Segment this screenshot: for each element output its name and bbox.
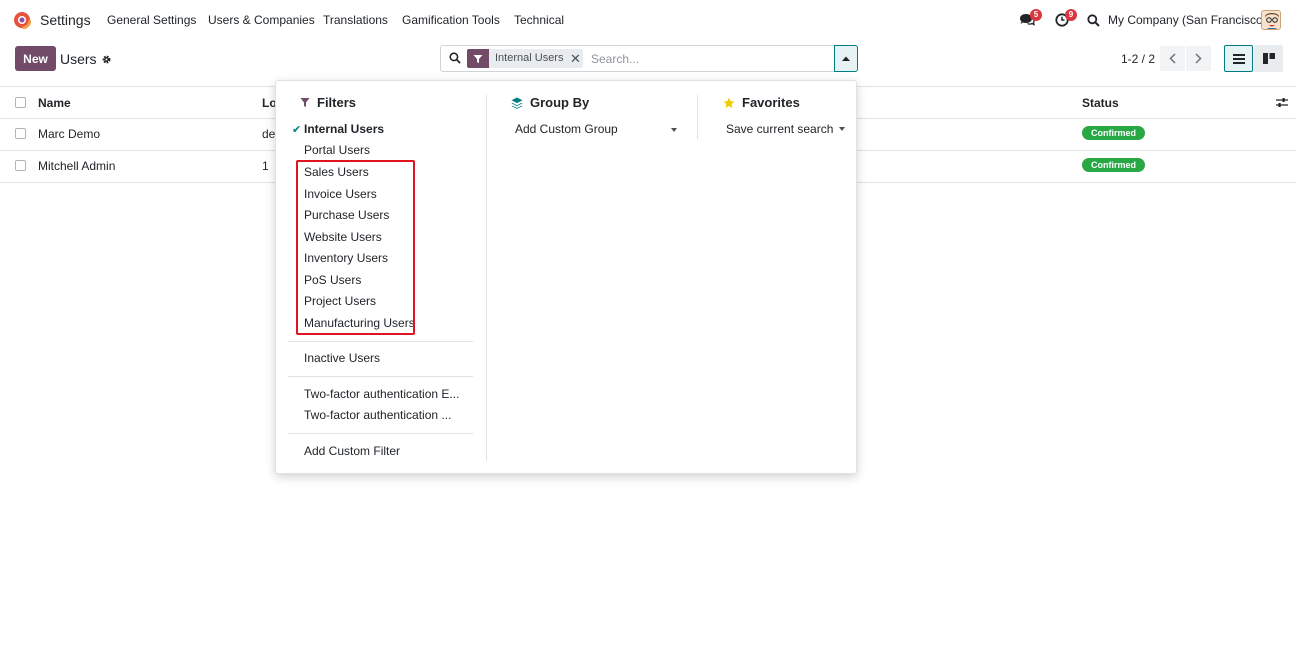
messages-count-badge: 5 [1030,9,1042,21]
filter-two-factor-enabled[interactable]: Two-factor authentication E... [304,387,459,401]
select-all-checkbox[interactable] [15,97,26,108]
search-options-toggle[interactable] [834,45,858,72]
star-icon [723,97,735,108]
filters-title-label: Filters [317,95,357,110]
status-badge: Confirmed [1082,126,1145,140]
avatar-face-icon [1262,11,1280,29]
list-icon [1232,53,1245,64]
activities-button[interactable]: 9 [1055,9,1077,30]
filters-divider [288,433,473,434]
activities-count-badge: 9 [1065,9,1077,21]
search-icon[interactable] [1087,14,1100,27]
list-view-button[interactable] [1224,45,1253,72]
add-custom-group-select[interactable]: Add Custom Group [515,122,680,136]
breadcrumb: Users [60,51,112,67]
add-custom-group-label: Add Custom Group [515,122,618,136]
gear-icon[interactable] [101,54,112,65]
row-checkbox[interactable] [15,160,26,171]
kanban-view-button[interactable] [1254,45,1283,72]
pager-value[interactable]: 1-2 / 2 [1121,52,1155,66]
status-badge: Confirmed [1082,158,1145,172]
top-navbar: Settings General Settings Users & Compan… [0,0,1296,40]
save-current-search-label: Save current search [726,122,834,136]
filter-icon [300,98,310,107]
new-button[interactable]: New [15,46,56,71]
odoo-logo-icon[interactable] [13,11,31,29]
page-title: Users [60,51,97,67]
caret-down-icon [671,128,677,132]
highlight-annotation-box [296,160,415,335]
search-bar: Internal Users ✕ [440,45,858,72]
filters-divider [288,376,473,377]
menu-gamification-tools[interactable]: Gamification Tools [402,13,500,27]
column-divider [697,95,698,139]
filter-portal-users[interactable]: Portal Users [304,143,370,157]
facet-label: Internal Users [489,49,568,68]
favorites-title-label: Favorites [742,95,800,110]
company-switcher[interactable]: My Company (San Francisco) [1108,13,1267,27]
search-options-dropdown: Filters ✔ Internal Users Portal Users Sa… [275,80,857,474]
cell-name: Mitchell Admin [38,159,116,173]
chevron-left-icon [1169,53,1176,64]
group-by-title-label: Group By [530,95,590,110]
menu-translations[interactable]: Translations [323,13,388,27]
sliders-icon[interactable] [1276,97,1288,108]
column-name[interactable]: Name [38,96,71,110]
group-by-title: Group By [511,95,589,110]
cell-name: Marc Demo [38,127,101,141]
cell-login: 1 [262,159,269,173]
messages-button[interactable]: 5 [1019,9,1042,30]
column-divider [486,95,487,461]
app-name[interactable]: Settings [40,12,91,28]
column-status[interactable]: Status [1082,96,1119,110]
search-facet: Internal Users ✕ [467,49,584,68]
layers-icon [511,97,523,109]
filters-title: Filters [300,95,356,110]
menu-users-companies[interactable]: Users & Companies [208,13,315,27]
user-avatar[interactable] [1261,10,1281,30]
chevron-right-icon [1195,53,1202,64]
filter-inactive-users[interactable]: Inactive Users [304,351,380,365]
filter-icon [467,49,489,68]
pager-previous-button[interactable] [1160,46,1185,71]
caret-down-icon [839,127,846,131]
filters-divider [288,341,473,342]
search-icon [449,52,461,64]
search-input[interactable] [591,50,831,68]
kanban-icon [1262,53,1275,64]
pager-next-button[interactable] [1186,46,1211,71]
favorites-title: Favorites [723,95,800,110]
caret-up-icon [842,56,850,61]
add-custom-filter[interactable]: Add Custom Filter [304,444,400,458]
filter-two-factor-disabled[interactable]: Two-factor authentication ... [304,408,451,422]
filter-internal-users[interactable]: Internal Users [304,122,384,136]
close-icon[interactable]: ✕ [567,49,584,68]
row-checkbox[interactable] [15,128,26,139]
menu-technical[interactable]: Technical [514,13,564,27]
save-current-search-button[interactable]: Save current search [726,122,846,136]
cell-login: de [262,127,276,141]
checkmark-icon: ✔ [292,124,302,136]
menu-general-settings[interactable]: General Settings [107,13,196,27]
